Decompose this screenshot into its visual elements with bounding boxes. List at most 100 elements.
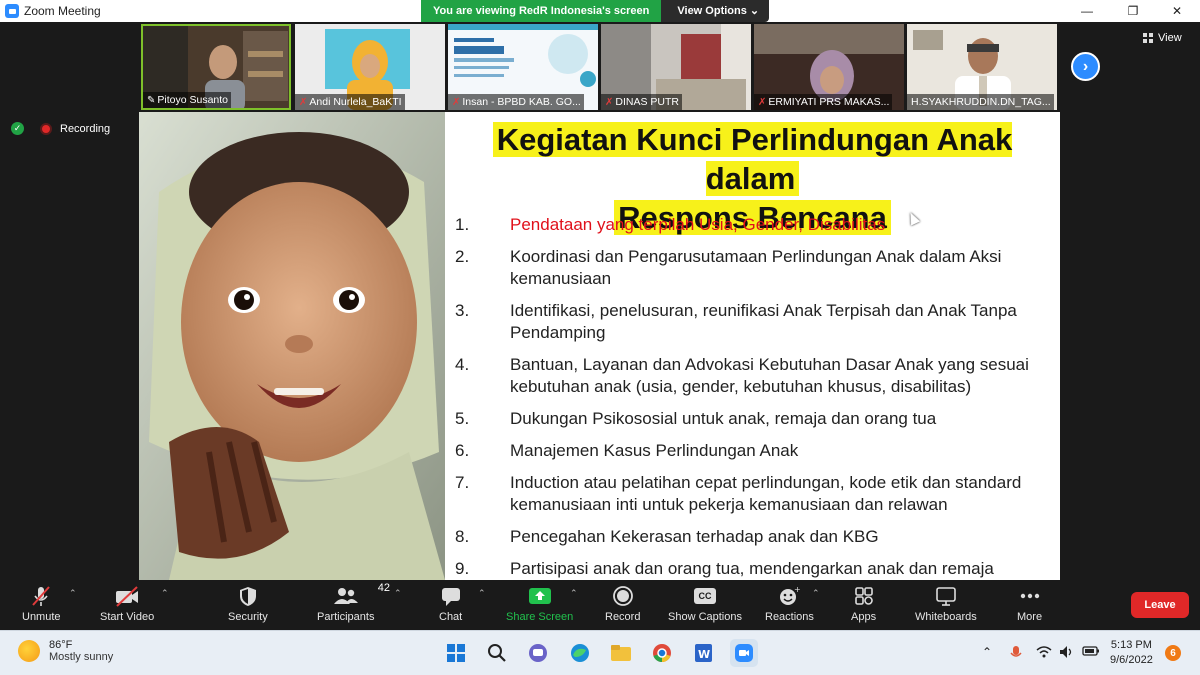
- meeting-toolbar: Unmute ⌃ Start Video ⌃ Security 42 Parti…: [0, 580, 1200, 630]
- participants-icon: 42: [332, 582, 390, 608]
- participants-chevron-icon[interactable]: ⌃: [394, 588, 402, 599]
- slide-photo: [139, 112, 445, 580]
- reactions-button[interactable]: + Reactions: [765, 584, 814, 628]
- participant-name: ✗ DINAS PUTR: [601, 94, 682, 110]
- grid-view-icon: [1143, 33, 1153, 43]
- participant-name: H.SYAKHRUDDIN.DN_TAG...: [907, 94, 1054, 110]
- record-button[interactable]: Record: [605, 584, 640, 628]
- battery-icon[interactable]: [1082, 645, 1100, 660]
- video-options-chevron-icon[interactable]: ⌃: [161, 588, 169, 599]
- record-icon: [612, 584, 634, 608]
- recording-indicator: ✓ Recording: [11, 122, 110, 135]
- weather-widget[interactable]: 86°F Mostly sunny: [18, 639, 113, 663]
- list-item: 4. Bantuan, Layanan dan Advokasi Kebutuha…: [455, 355, 1029, 396]
- participant-tile[interactable]: ✗ Insan - BPBD KAB. GO...: [448, 24, 598, 110]
- windows-start-icon[interactable]: [442, 639, 470, 667]
- apps-icon: [853, 584, 875, 608]
- security-button[interactable]: Security: [228, 584, 268, 628]
- svg-text:W: W: [698, 648, 710, 661]
- participant-tile[interactable]: ✗ ERMIYATI PRS MAKAS...: [754, 24, 904, 110]
- chrome-browser-icon[interactable]: [648, 639, 676, 667]
- list-item: 5. Dukungan Psikososial untuk anak, remaj…: [455, 409, 937, 428]
- svg-text:+: +: [794, 585, 801, 594]
- view-options-button[interactable]: View Options ⌄: [661, 0, 770, 22]
- participant-name: ✎ Pitoyo Susanto: [143, 92, 232, 108]
- close-button[interactable]: ✕: [1154, 0, 1200, 22]
- smiley-reaction-icon: +: [777, 584, 801, 608]
- chat-button[interactable]: Chat: [439, 584, 462, 628]
- restore-button[interactable]: ❐: [1110, 0, 1156, 22]
- shared-screen: Kegiatan Kunci Perlindungan Anak dalam R…: [139, 112, 1060, 580]
- more-button[interactable]: More: [1017, 584, 1042, 628]
- participant-tile[interactable]: ✗ Andi Nurlela_BaKTI: [295, 24, 445, 110]
- window-title: Zoom Meeting: [24, 4, 101, 18]
- view-button[interactable]: View: [1143, 32, 1182, 44]
- chat-bubble-icon: [440, 584, 462, 608]
- volume-icon[interactable]: [1059, 645, 1075, 662]
- clock-time: 5:13 PM: [1110, 639, 1152, 651]
- muted-microphone-icon: [30, 584, 52, 608]
- teams-chat-icon[interactable]: [524, 639, 552, 667]
- whiteboards-button[interactable]: Whiteboards: [915, 584, 977, 628]
- share-screen-icon: [528, 584, 552, 608]
- zoom-meeting-window: Zoom Meeting — ❐ ✕ You are viewing RedR …: [0, 0, 1200, 675]
- unmute-button[interactable]: Unmute: [22, 584, 61, 628]
- list-item: 1. Pendataan yang terpilah Usia, Gender, …: [455, 215, 886, 234]
- muted-mic-icon: ✗: [452, 97, 461, 108]
- system-clock[interactable]: 5:13 PM 9/6/2022: [1110, 638, 1153, 668]
- view-label: View: [1158, 32, 1182, 44]
- participant-tile[interactable]: ✗ DINAS PUTR: [601, 24, 751, 110]
- leave-button[interactable]: Leave: [1131, 592, 1189, 618]
- security-shield-icon: [238, 584, 258, 608]
- show-hidden-icons-chevron-icon[interactable]: ⌃: [982, 645, 992, 659]
- microphone-tray-icon[interactable]: [1010, 645, 1022, 664]
- participant-count: 42: [377, 582, 390, 594]
- more-dots-icon: [1018, 584, 1042, 608]
- slide-title-line1: Kegiatan Kunci Perlindungan Anak dalam: [492, 122, 1013, 196]
- viewing-screen-label: You are viewing RedR Indonesia's screen: [421, 0, 662, 22]
- slide-content: Kegiatan Kunci Perlindungan Anak dalam R…: [445, 112, 1060, 580]
- participant-tile[interactable]: ✎ Pitoyo Susanto: [141, 24, 291, 110]
- encryption-shield-icon[interactable]: ✓: [11, 122, 24, 135]
- muted-mic-icon: ✗: [299, 97, 308, 108]
- captions-cc-icon: CC: [694, 584, 716, 608]
- participants-button[interactable]: 42 Participants: [317, 582, 390, 628]
- clock-date: 9/6/2022: [1110, 654, 1153, 666]
- start-video-button[interactable]: Start Video: [100, 584, 154, 628]
- minimize-button[interactable]: —: [1064, 0, 1110, 22]
- participant-name: ✗ ERMIYATI PRS MAKAS...: [754, 94, 893, 110]
- share-screen-chevron-icon[interactable]: ⌃: [570, 588, 578, 599]
- child-photo-image: [139, 112, 445, 580]
- edge-browser-icon[interactable]: [566, 639, 594, 667]
- pin-icon: ✎: [147, 95, 156, 106]
- apps-button[interactable]: Apps: [851, 584, 876, 628]
- participant-name: ✗ Insan - BPBD KAB. GO...: [448, 94, 584, 110]
- zoom-logo-icon: [5, 4, 19, 18]
- sunny-weather-icon: [18, 640, 40, 662]
- file-explorer-icon[interactable]: [607, 639, 635, 667]
- list-item: 3. Identifikasi, penelusuran, reunifikasi…: [455, 301, 1017, 342]
- zoom-app-icon[interactable]: [730, 639, 758, 667]
- recording-dot-icon: [40, 122, 52, 135]
- list-item: 6. Manajemen Kasus Perlindungan Anak: [455, 441, 799, 460]
- search-icon[interactable]: [483, 639, 511, 667]
- windows-taskbar: 86°F Mostly sunny W ⌃ 5:13 PM 9/6/2022 6: [0, 630, 1200, 675]
- chat-chevron-icon[interactable]: ⌃: [478, 588, 486, 599]
- show-captions-button[interactable]: CC Show Captions: [668, 584, 742, 628]
- participant-tile[interactable]: H.SYAKHRUDDIN.DN_TAG...: [907, 24, 1057, 110]
- wifi-icon[interactable]: [1036, 645, 1052, 662]
- audio-options-chevron-icon[interactable]: ⌃: [69, 588, 77, 599]
- whiteboard-icon: [934, 584, 958, 608]
- muted-mic-icon: ✗: [605, 97, 614, 108]
- participant-strip: ✎ Pitoyo Susanto ✗ Andi Nurlela_BaKTI ✗ …: [0, 22, 1200, 112]
- word-app-icon[interactable]: W: [689, 639, 717, 667]
- list-item: 7. Induction atau pelatihan cepat perlind…: [455, 473, 1022, 514]
- screen-share-banner: You are viewing RedR Indonesia's screen …: [421, 0, 770, 22]
- reactions-chevron-icon[interactable]: ⌃: [812, 588, 820, 599]
- notification-badge[interactable]: 6: [1165, 645, 1181, 661]
- video-off-icon: [114, 584, 140, 608]
- muted-mic-icon: ✗: [758, 97, 767, 108]
- share-screen-button[interactable]: Share Screen: [506, 584, 573, 628]
- list-item: 2. Koordinasi dan Pengarusutamaan Perlind…: [455, 247, 1002, 288]
- next-participants-button[interactable]: ›: [1071, 52, 1100, 81]
